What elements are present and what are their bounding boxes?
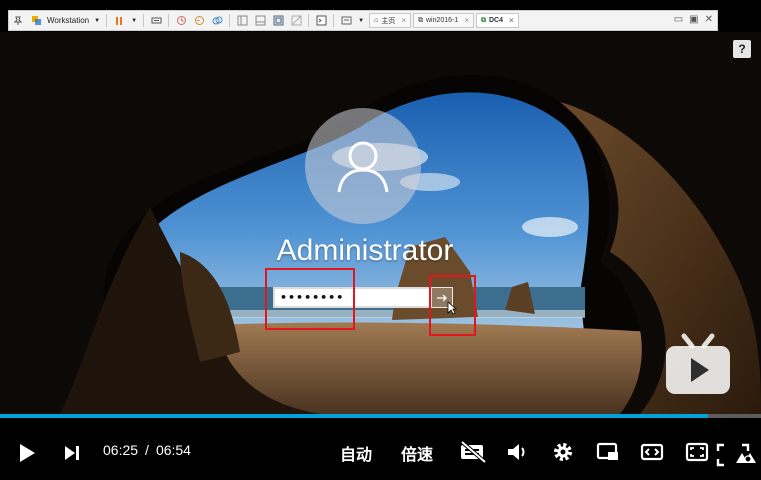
login-username: Administrator	[276, 234, 454, 267]
widescreen-button[interactable]	[638, 440, 666, 464]
revert-snapshot-icon[interactable]	[192, 14, 206, 28]
window-controls: ▭ ▣ ✕	[674, 14, 713, 25]
web-fullscreen-icon	[685, 442, 709, 462]
workstation-menu[interactable]: Workstation	[47, 16, 89, 25]
lock-screen-background: ?	[0, 32, 761, 414]
widescreen-icon	[640, 443, 664, 461]
toolbar-separator	[229, 14, 231, 27]
console-view-icon[interactable]	[314, 14, 328, 28]
chevron-down-icon[interactable]: ▼	[357, 14, 365, 28]
gear-icon	[554, 443, 572, 461]
vmware-toolbar: Workstation ▼ ▼ ▼ ⌂ 主页 × ⧉ win2016-1 × ⧉…	[8, 10, 718, 31]
unity-mode-icon[interactable]	[289, 14, 303, 28]
home-icon: ⌂	[374, 17, 379, 24]
fullscreen-button[interactable]	[713, 440, 759, 470]
playback-speed-button[interactable]: 倍速	[401, 441, 433, 465]
highlight-box-submit	[429, 275, 476, 336]
pause-icon[interactable]	[112, 14, 126, 28]
play-icon	[20, 444, 35, 462]
thumbnail-view-icon[interactable]	[253, 14, 267, 28]
web-fullscreen-button[interactable]	[683, 440, 711, 464]
library-view-icon[interactable]	[235, 14, 249, 28]
snapshot-icon[interactable]	[174, 14, 188, 28]
close-icon[interactable]: ×	[509, 16, 514, 25]
tab-label: DC4	[488, 17, 503, 24]
settings-button[interactable]	[550, 440, 576, 464]
send-ctrl-alt-del-icon[interactable]	[149, 14, 163, 28]
current-time: 06:25	[103, 442, 139, 458]
vm-icon: ⧉	[418, 16, 423, 24]
fullscreen-icon	[716, 443, 756, 467]
next-button[interactable]	[60, 442, 84, 464]
user-icon	[337, 141, 389, 193]
play-button[interactable]	[14, 440, 40, 466]
total-time: 06:54	[155, 442, 191, 458]
volume-icon	[508, 444, 525, 460]
cave-landscape-image	[0, 32, 761, 414]
tab-label: win2016-1	[426, 17, 459, 24]
tab-dc4[interactable]: ⧉ DC4 ×	[475, 13, 519, 28]
snapshot-manager-icon[interactable]	[210, 14, 224, 28]
tab-home[interactable]: ⌂ 主页 ×	[369, 13, 411, 28]
chevron-down-icon[interactable]: ▼	[130, 14, 138, 28]
time-display: 06:25 / 06:54	[103, 442, 191, 458]
quality-auto-button[interactable]: 自动	[340, 441, 372, 465]
volume-button[interactable]	[505, 440, 531, 464]
chevron-down-icon[interactable]: ▼	[93, 14, 101, 28]
minimize-icon[interactable]: ▭	[674, 14, 683, 25]
close-icon[interactable]: ✕	[705, 14, 713, 25]
toolbar-separator	[308, 14, 310, 27]
picture-in-picture-icon	[596, 442, 618, 460]
tab-win2016-1[interactable]: ⧉ win2016-1 ×	[413, 13, 474, 28]
pin-icon[interactable]	[11, 14, 25, 28]
maximize-icon[interactable]: ▣	[689, 14, 698, 25]
picture-in-picture-button[interactable]	[594, 440, 622, 464]
toolbar-separator	[168, 14, 170, 27]
subtitle-off-icon	[460, 441, 487, 463]
stretch-guest-icon[interactable]	[339, 14, 353, 28]
bilibili-logo	[666, 333, 730, 394]
subtitle-off-button[interactable]	[458, 440, 488, 464]
vm-icon: ⧉	[480, 16, 486, 24]
user-avatar	[305, 108, 421, 224]
toolbar-separator	[106, 14, 108, 27]
skip-next-icon	[65, 446, 79, 460]
toolbar-separator	[333, 14, 335, 27]
workstation-logo-icon	[29, 14, 43, 28]
full-screen-icon[interactable]	[271, 14, 285, 28]
close-icon[interactable]: ×	[401, 16, 406, 25]
highlight-box-password	[265, 268, 355, 330]
help-button[interactable]: ?	[733, 40, 751, 58]
time-separator: /	[145, 442, 149, 458]
close-icon[interactable]: ×	[464, 16, 469, 25]
toolbar-separator	[143, 14, 145, 27]
tab-label: 主页	[381, 17, 396, 25]
